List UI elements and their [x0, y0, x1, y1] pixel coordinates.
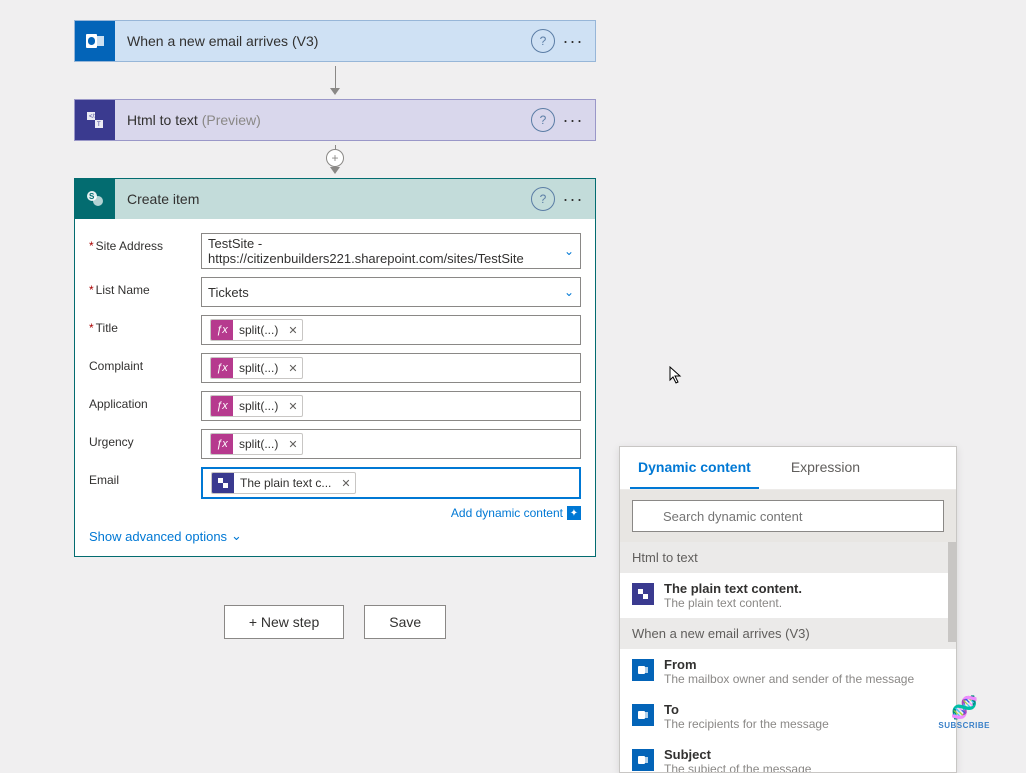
dynamic-item-plaintext[interactable]: The plain text content. The plain text c… — [620, 573, 956, 618]
connector-arrow: + — [74, 141, 596, 178]
remove-token-icon[interactable]: ✕ — [284, 362, 301, 375]
application-field[interactable]: ƒxsplit(...)✕ — [201, 391, 581, 421]
list-name-select[interactable]: Tickets ⌄ — [201, 277, 581, 307]
help-icon[interactable]: ? — [531, 108, 555, 132]
trigger-card[interactable]: When a new email arrives (V3) ? ··· — [74, 20, 596, 62]
dynamic-content-panel: Dynamic content Expression 🔍 Html to tex… — [619, 446, 957, 773]
complaint-field[interactable]: ƒxsplit(...)✕ — [201, 353, 581, 383]
label-email: Email — [89, 467, 201, 487]
svg-text:</>: </> — [89, 114, 98, 120]
search-dynamic-content-input[interactable] — [632, 500, 944, 532]
dynamic-item-to[interactable]: To The recipients for the message — [620, 694, 956, 739]
remove-token-icon[interactable]: ✕ — [337, 477, 354, 490]
htmltotext-icon: </> T — [75, 100, 115, 140]
chevron-down-icon: ⌄ — [231, 528, 242, 544]
expression-token[interactable]: ƒxsplit(...)✕ — [210, 395, 303, 417]
remove-token-icon[interactable]: ✕ — [284, 400, 301, 413]
sparkle-icon: ✦ — [567, 506, 581, 520]
email-field[interactable]: The plain text c...✕ — [201, 467, 581, 499]
label-urgency: Urgency — [89, 429, 201, 449]
more-icon[interactable]: ··· — [559, 187, 587, 211]
outlook-icon — [632, 659, 654, 681]
expression-token[interactable]: ƒxsplit(...)✕ — [210, 357, 303, 379]
expression-token[interactable]: ƒxsplit(...)✕ — [210, 319, 303, 341]
expression-token[interactable]: ƒxsplit(...)✕ — [210, 433, 303, 455]
insert-step-button[interactable]: + — [326, 149, 344, 167]
label-complaint: Complaint — [89, 353, 201, 373]
trigger-title: When a new email arrives (V3) — [115, 33, 531, 49]
htmltotext-icon — [632, 583, 654, 605]
tab-dynamic-content[interactable]: Dynamic content — [630, 447, 759, 489]
more-icon[interactable]: ··· — [559, 29, 587, 53]
group-header: When a new email arrives (V3) — [620, 618, 956, 649]
sharepoint-icon: S — [75, 179, 115, 219]
remove-token-icon[interactable]: ✕ — [284, 324, 301, 337]
label-list-name: List Name — [89, 277, 201, 297]
title-field[interactable]: ƒxsplit(...)✕ — [201, 315, 581, 345]
dynamic-token[interactable]: The plain text c...✕ — [211, 472, 356, 494]
label-site-address: Site Address — [89, 233, 201, 253]
outlook-icon — [632, 704, 654, 726]
dynamic-item-from[interactable]: From The mailbox owner and sender of the… — [620, 649, 956, 694]
new-step-button[interactable]: + New step — [224, 605, 344, 639]
label-title: Title — [89, 315, 201, 335]
urgency-field[interactable]: ƒxsplit(...)✕ — [201, 429, 581, 459]
chevron-down-icon: ⌄ — [564, 285, 574, 299]
svg-text:S: S — [89, 192, 95, 201]
create-item-title: Create item — [115, 191, 531, 207]
help-icon[interactable]: ? — [531, 29, 555, 53]
add-dynamic-content-link[interactable]: Add dynamic content ✦ — [451, 506, 581, 520]
tab-expression[interactable]: Expression — [783, 447, 868, 489]
site-address-select[interactable]: TestSite - https://citizenbuilders221.sh… — [201, 233, 581, 269]
group-header: Html to text — [620, 542, 956, 573]
create-item-card: S Create item ? ··· Site Address TestSit… — [74, 178, 596, 557]
htmltotext-title: Html to text (Preview) — [115, 112, 531, 128]
label-application: Application — [89, 391, 201, 411]
chevron-down-icon: ⌄ — [564, 244, 574, 258]
more-icon[interactable]: ··· — [559, 108, 587, 132]
connector-arrow — [74, 62, 596, 99]
svg-text:T: T — [97, 122, 101, 128]
htmltotext-card[interactable]: </> T Html to text (Preview) ? ··· — [74, 99, 596, 141]
help-icon[interactable]: ? — [531, 187, 555, 211]
save-button[interactable]: Save — [364, 605, 446, 639]
dynamic-item-subject[interactable]: Subject The subject of the message — [620, 739, 956, 772]
show-advanced-options[interactable]: Show advanced options ⌄ — [89, 520, 242, 546]
scrollbar[interactable] — [948, 542, 956, 642]
outlook-icon — [75, 21, 115, 61]
remove-token-icon[interactable]: ✕ — [284, 438, 301, 451]
